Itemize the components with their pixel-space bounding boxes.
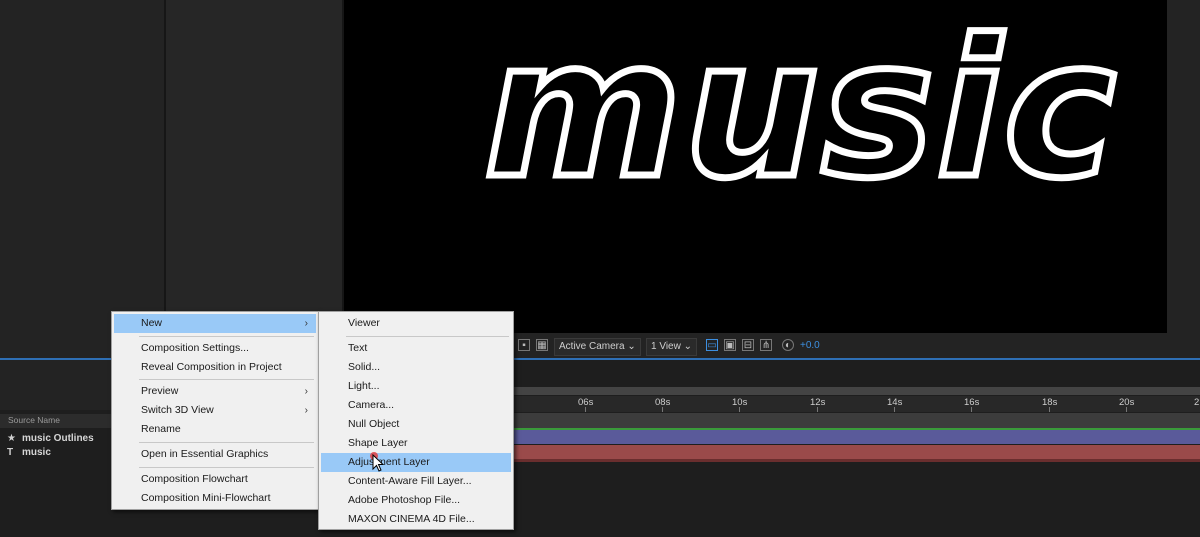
menu-item-solid[interactable]: Solid... <box>321 358 511 377</box>
menu-item-composition-settings[interactable]: Composition Settings... <box>114 339 316 358</box>
tick-mark <box>662 407 663 412</box>
menu-item-reveal-composition[interactable]: Reveal Composition in Project <box>114 358 316 377</box>
menu-separator <box>139 336 314 337</box>
menu-item-open-essential-graphics[interactable]: Open in Essential Graphics <box>114 445 316 464</box>
text-layer-icon: T <box>7 447 14 458</box>
toggle-pixel-aspect-icon[interactable]: ▭ <box>706 339 718 351</box>
timeline-icon[interactable]: ⊟ <box>742 339 754 351</box>
menu-separator <box>139 379 314 380</box>
chevron-right-icon: › <box>304 386 308 397</box>
menu-item-camera[interactable]: Camera... <box>321 396 511 415</box>
menu-item-label: Composition Settings... <box>141 342 249 354</box>
menu-item-label: Switch 3D View <box>141 404 214 416</box>
menu-item-label: Text <box>348 342 368 354</box>
menu-item-adobe-photoshop-file[interactable]: Adobe Photoshop File... <box>321 491 511 510</box>
menu-item-composition-flowchart[interactable]: Composition Flowchart <box>114 470 316 489</box>
menu-item-label: Reveal Composition in Project <box>141 361 282 373</box>
source-name-header[interactable]: Source Name <box>8 415 60 425</box>
chevron-down-icon: ⌄ <box>683 341 693 352</box>
menu-item-new[interactable]: New › <box>114 314 316 333</box>
camera-dropdown[interactable]: Active Camera ⌄ <box>554 338 641 356</box>
menu-item-label: Light... <box>348 380 380 392</box>
transparency-grid-icon[interactable]: ▦ <box>536 339 548 351</box>
layer-name: music <box>22 447 51 458</box>
menu-item-label: Shape Layer <box>348 437 408 449</box>
work-area-bar[interactable] <box>512 387 1200 395</box>
fast-preview-icon[interactable]: ▣ <box>724 339 736 351</box>
menu-item-label: Viewer <box>348 317 380 329</box>
menu-item-text[interactable]: Text <box>321 339 511 358</box>
composition-viewer[interactable]: music <box>344 0 1167 333</box>
tick-mark <box>739 407 740 412</box>
menu-item-rename[interactable]: Rename <box>114 420 316 439</box>
layer-name: music Outlines <box>22 433 94 444</box>
tick-mark <box>894 407 895 412</box>
composition-text: music <box>480 0 1119 220</box>
star-icon: ★ <box>7 433 16 444</box>
menu-item-switch-3d-view[interactable]: Switch 3D View › <box>114 401 316 420</box>
menu-item-maxon-cinema-4d-file[interactable]: MAXON CINEMA 4D File... <box>321 510 511 529</box>
menu-item-preview[interactable]: Preview › <box>114 382 316 401</box>
view-layout-label: 1 View <box>651 341 681 352</box>
menu-separator <box>139 467 314 468</box>
mouse-cursor-icon <box>370 452 385 472</box>
new-submenu: Viewer Text Solid... Light... Camera... … <box>318 311 514 530</box>
project-panel <box>0 0 164 358</box>
layer-duration-bar[interactable] <box>512 430 1200 444</box>
menu-item-label: Null Object <box>348 418 400 430</box>
tick-mark <box>971 407 972 412</box>
menu-item-viewer[interactable]: Viewer <box>321 314 511 333</box>
menu-item-label: Adobe Photoshop File... <box>348 494 461 506</box>
menu-item-composition-mini-flowchart[interactable]: Composition Mini-Flowchart <box>114 489 316 508</box>
timeline-track-header <box>512 413 1200 428</box>
menu-separator <box>139 442 314 443</box>
menu-item-label: Camera... <box>348 399 395 411</box>
effects-panel <box>166 0 342 358</box>
timeline-header <box>0 360 112 410</box>
chevron-down-icon: ⌄ <box>627 341 636 352</box>
menu-item-label: Open in Essential Graphics <box>141 448 269 460</box>
exposure-icon[interactable]: ◐ <box>782 339 794 351</box>
menu-item-content-aware-fill-layer[interactable]: Content-Aware Fill Layer... <box>321 472 511 491</box>
menu-item-label: Preview <box>141 385 179 397</box>
tick-label: 2 <box>1194 397 1200 408</box>
menu-item-label: Rename <box>141 423 181 435</box>
layer-row[interactable]: ★ music Outlines <box>0 432 112 445</box>
menu-item-adjustment-layer[interactable]: Adjustment Layer <box>321 453 511 472</box>
menu-item-null-object[interactable]: Null Object <box>321 415 511 434</box>
tick-mark <box>817 407 818 412</box>
menu-item-label: Composition Mini-Flowchart <box>141 492 271 504</box>
time-ruler[interactable] <box>512 396 1200 412</box>
chevron-right-icon: › <box>304 318 308 329</box>
menu-item-label: Composition Flowchart <box>141 473 248 485</box>
menu-item-light[interactable]: Light... <box>321 377 511 396</box>
menu-item-label: Content-Aware Fill Layer... <box>348 475 472 487</box>
menu-item-label: New <box>141 317 163 329</box>
view-layout-dropdown[interactable]: 1 View ⌄ <box>646 338 698 356</box>
menu-item-label: Solid... <box>348 361 381 373</box>
region-of-interest-icon[interactable]: ▪ <box>518 339 530 351</box>
flowchart-icon[interactable]: ⋔ <box>760 339 772 351</box>
viewer-side-panel <box>1167 0 1200 358</box>
menu-item-shape-layer[interactable]: Shape Layer <box>321 434 511 453</box>
tick-mark <box>585 407 586 412</box>
menu-item-label: Adjustment Layer <box>348 456 430 468</box>
camera-dropdown-label: Active Camera <box>559 341 625 352</box>
menu-item-label: MAXON CINEMA 4D File... <box>348 513 475 525</box>
tick-mark <box>1049 407 1050 412</box>
layer-context-menu: New › Composition Settings... Reveal Com… <box>111 311 319 510</box>
layer-bar-edge <box>512 459 1200 462</box>
tick-mark <box>1126 407 1127 412</box>
exposure-value[interactable]: +0.0 <box>800 338 820 354</box>
layer-row[interactable]: T music <box>0 446 112 459</box>
chevron-right-icon: › <box>304 405 308 416</box>
menu-separator <box>346 336 509 337</box>
layer-duration-bar[interactable] <box>512 445 1200 459</box>
